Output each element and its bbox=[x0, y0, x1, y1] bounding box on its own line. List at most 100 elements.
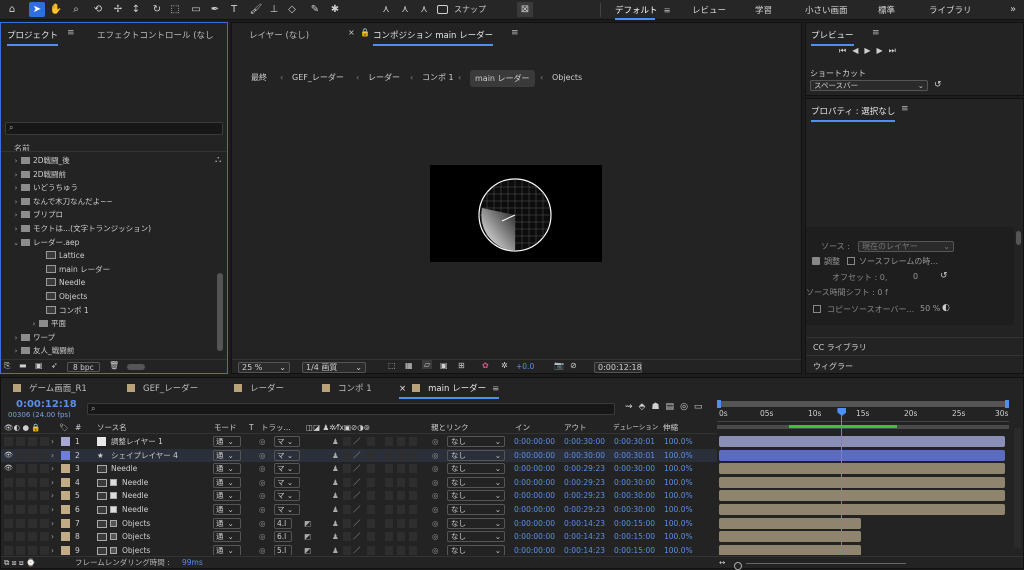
tab-effect-controls[interactable]: エフェクトコントロール (なし bbox=[97, 29, 214, 41]
expand-chevron-icon[interactable]: › bbox=[51, 517, 54, 531]
breadcrumb-item[interactable]: コンポ 1 bbox=[422, 67, 454, 89]
switch-box[interactable] bbox=[409, 505, 417, 514]
parent-pickwhip-icon[interactable]: ◎ bbox=[432, 503, 439, 517]
project-item[interactable]: › 友人_戦闘前 bbox=[11, 344, 216, 358]
copy-source-percent[interactable]: 50 % bbox=[920, 304, 940, 313]
fast-previews-icon[interactable]: ⬚ bbox=[388, 361, 396, 370]
offset-value[interactable]: 0 bbox=[913, 272, 918, 281]
chevron-right-icon[interactable]: › bbox=[11, 169, 21, 183]
layer-label-color[interactable] bbox=[61, 437, 70, 446]
shy-switch[interactable]: ♟ bbox=[332, 530, 339, 544]
in-point[interactable]: 0:00:00:00 bbox=[514, 503, 555, 517]
tab-composition[interactable]: コンポジション main レーダー bbox=[373, 29, 494, 46]
resolution-dropdown[interactable]: 1/4 画質 ⌄ bbox=[302, 362, 366, 373]
layer-label-color[interactable] bbox=[61, 491, 70, 501]
expand-chevron-icon[interactable]: › bbox=[51, 503, 54, 517]
visibility-toggle[interactable]: 👁 bbox=[4, 464, 13, 473]
timeline-tab[interactable]: ゲーム画面_R1 bbox=[13, 382, 87, 394]
rectangle-tool-icon[interactable]: ▭ bbox=[188, 2, 204, 17]
layer-row[interactable]: 👁 › 3 Needle 通 ⌄ ◎ マ ⌄ ♟ ／ ◎ なし ⌄ 0:00:00:00 0:00:29:2… bbox=[1, 462, 717, 476]
switch-box[interactable] bbox=[343, 491, 351, 501]
trash-icon[interactable]: 🗑 bbox=[109, 361, 119, 370]
in-point[interactable]: 0:00:00:00 bbox=[514, 476, 555, 490]
axis-world-icon[interactable]: ⋏ bbox=[397, 2, 413, 17]
track-matte-pickwhip-icon[interactable]: ◩ bbox=[304, 517, 311, 531]
orbit-camera-icon[interactable]: ⟲ bbox=[90, 2, 106, 17]
audio-toggle[interactable] bbox=[16, 532, 25, 542]
solo-toggle[interactable] bbox=[28, 464, 37, 474]
lock-toggle[interactable] bbox=[40, 450, 49, 460]
parent-pickwhip-icon[interactable]: ◎ bbox=[432, 462, 439, 476]
blend-mode-dropdown[interactable]: 通 ⌄ bbox=[213, 531, 241, 543]
in-point[interactable]: 0:00:00:00 bbox=[514, 544, 555, 555]
in-point[interactable]: 0:00:00:00 bbox=[514, 462, 555, 476]
parent-pickwhip-icon[interactable]: ◎ bbox=[432, 544, 439, 555]
lock-toggle[interactable] bbox=[40, 491, 49, 501]
expand-chevron-icon[interactable]: › bbox=[51, 449, 54, 463]
exposure-value[interactable]: +0.0 bbox=[516, 362, 534, 371]
quality-switch[interactable]: ／ bbox=[353, 462, 361, 476]
layer-name[interactable]: Objects bbox=[122, 517, 150, 531]
current-time-indicator[interactable] bbox=[837, 408, 847, 554]
comp-canvas[interactable] bbox=[430, 165, 602, 262]
panel-menu-icon[interactable]: ≡ bbox=[67, 28, 75, 38]
duration[interactable]: 0:00:30:00 bbox=[614, 462, 655, 476]
timeline-tab[interactable]: GEF_レーダー bbox=[127, 382, 198, 394]
in-point[interactable]: 0:00:00:00 bbox=[514, 449, 555, 463]
header-t[interactable]: T bbox=[249, 421, 254, 434]
project-item[interactable]: › いどうちゅう bbox=[11, 181, 216, 195]
graph-editor-icon[interactable]: ▭ bbox=[694, 402, 709, 412]
audio-toggle[interactable] bbox=[16, 505, 25, 514]
breadcrumb-item[interactable]: 最終 bbox=[251, 67, 267, 89]
shortcut-dropdown[interactable]: スペースバー ⌄ bbox=[810, 80, 928, 91]
parent-dropdown[interactable]: なし ⌄ bbox=[447, 476, 505, 488]
switch-box[interactable] bbox=[367, 532, 375, 542]
layer-duration-bar[interactable] bbox=[719, 490, 1005, 502]
preserve-transparency-icon[interactable]: ◎ bbox=[259, 489, 266, 503]
project-item[interactable]: コンポ 1 bbox=[11, 304, 216, 318]
header-source-name[interactable]: ソース名 bbox=[97, 421, 127, 434]
parent-pickwhip-icon[interactable]: ◎ bbox=[432, 476, 439, 490]
solo-toggle[interactable] bbox=[28, 491, 37, 501]
switch-box[interactable] bbox=[367, 505, 375, 514]
track-matte-dropdown[interactable]: マ ⌄ bbox=[274, 463, 300, 475]
stretch[interactable]: 100.0% bbox=[664, 503, 693, 517]
breadcrumb-item[interactable]: main レーダー bbox=[470, 70, 535, 87]
cc-libraries-panel-title[interactable]: CC ライブラリ bbox=[813, 342, 867, 353]
column-header-name[interactable]: 名前 bbox=[14, 143, 30, 154]
expand-chevron-icon[interactable]: › bbox=[51, 530, 54, 544]
project-item[interactable]: › なんで木刀なんだよ~~ bbox=[11, 195, 216, 209]
region-of-interest-icon[interactable]: ▣ bbox=[440, 361, 448, 370]
bit-depth-button[interactable]: 8 bpc bbox=[67, 362, 100, 372]
layer-row[interactable]: › 5 Needle 通 ⌄ ◎ マ ⌄ ♟ ／ ◎ なし ⌄ 0:00:00:00 0:00:29:23… bbox=[1, 489, 717, 503]
parent-dropdown[interactable]: なし ⌄ bbox=[447, 490, 505, 502]
project-search-input[interactable]: ⌕ bbox=[5, 122, 223, 135]
layer-label-color[interactable] bbox=[61, 545, 70, 555]
layer-label-color[interactable] bbox=[61, 505, 70, 514]
solo-toggle[interactable] bbox=[28, 545, 37, 555]
source-frame-checkbox[interactable] bbox=[847, 257, 855, 265]
stretch[interactable]: 100.0% bbox=[664, 435, 693, 449]
in-point[interactable]: 0:00:00:00 bbox=[514, 530, 555, 544]
overlay-mode-icon[interactable]: ◐ bbox=[942, 303, 950, 313]
timeline-tab[interactable]: レーダー bbox=[234, 382, 284, 394]
switch-box[interactable] bbox=[397, 532, 405, 542]
lock-toggle[interactable] bbox=[40, 437, 49, 446]
visibility-toggle[interactable] bbox=[4, 518, 13, 528]
switch-box[interactable] bbox=[385, 545, 393, 555]
switch-box[interactable] bbox=[385, 450, 393, 460]
chevron-right-icon[interactable]: › bbox=[29, 318, 39, 332]
work-area-bar[interactable] bbox=[717, 423, 1009, 430]
puppet-pin-icon[interactable]: ✱ bbox=[327, 2, 343, 17]
audio-toggle[interactable] bbox=[16, 437, 25, 446]
quality-switch[interactable]: ／ bbox=[353, 530, 361, 544]
shy-switch[interactable]: ♟ bbox=[332, 435, 339, 449]
switch-box[interactable] bbox=[397, 450, 405, 460]
track-matte-dropdown[interactable]: マ ⌄ bbox=[274, 476, 300, 488]
chevron-right-icon[interactable]: › bbox=[11, 155, 21, 169]
navigator-end-handle[interactable] bbox=[1005, 400, 1009, 408]
chevron-right-icon[interactable]: › bbox=[11, 182, 21, 196]
layer-name[interactable]: Needle bbox=[122, 503, 148, 517]
preserve-transparency-icon[interactable]: ◎ bbox=[259, 530, 266, 544]
chevron-right-icon[interactable]: › bbox=[11, 345, 21, 359]
